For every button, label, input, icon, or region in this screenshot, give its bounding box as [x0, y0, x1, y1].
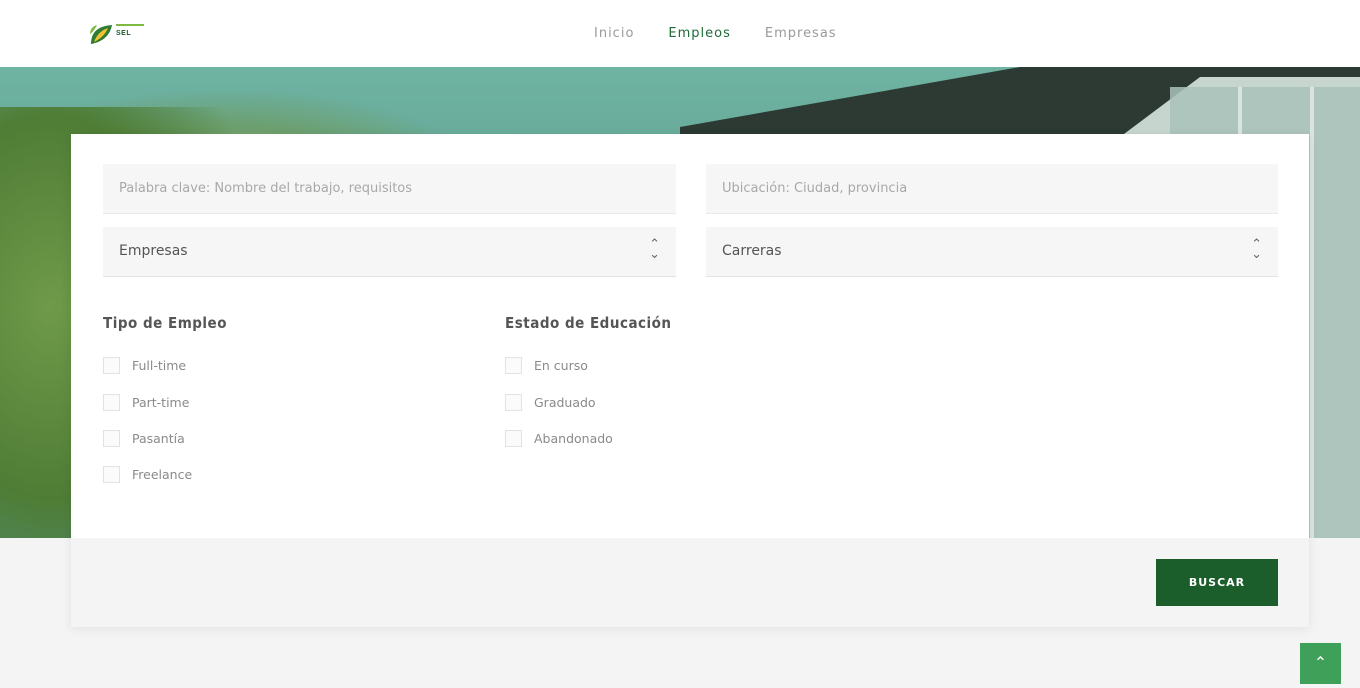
top-navbar: SEL Inicio Empleos Empresas [0, 0, 1360, 67]
company-select[interactable]: Empresas ⌃ ⌄ [103, 227, 676, 277]
logo-stripe [116, 24, 144, 26]
checkbox-graduado[interactable]: Graduado [505, 394, 596, 411]
location-input[interactable] [706, 164, 1278, 213]
scroll-top-button[interactable]: ⌃ [1300, 643, 1341, 684]
education-status-title: Estado de Educación [505, 314, 672, 332]
checkbox-abandonado[interactable]: Abandonado [505, 430, 613, 447]
card-footer [71, 538, 1309, 627]
checkbox-label: Part-time [132, 395, 190, 410]
checkbox-label: Abandonado [534, 431, 613, 446]
logo-text: SEL [116, 30, 132, 37]
checkbox-box[interactable] [103, 466, 120, 483]
checkbox-label: Graduado [534, 395, 596, 410]
checkbox-box[interactable] [505, 394, 522, 411]
main-nav: Inicio Empleos Empresas [594, 26, 837, 41]
company-select-value: Empresas [119, 243, 188, 259]
checkbox-box[interactable] [505, 430, 522, 447]
career-select[interactable]: Carreras ⌃ ⌄ [706, 227, 1278, 277]
nav-empresas[interactable]: Empresas [765, 26, 837, 41]
checkbox-full-time[interactable]: Full-time [103, 357, 186, 374]
career-select-value: Carreras [722, 243, 782, 259]
search-button[interactable]: BUSCAR [1156, 559, 1278, 606]
job-search-card: Empresas ⌃⌄ Carreras ⌃⌄ Tipo de Empleo F… [71, 134, 1309, 627]
checkbox-box[interactable] [103, 357, 120, 374]
checkbox-box[interactable] [505, 357, 522, 374]
checkbox-label: En curso [534, 358, 588, 373]
checkbox-freelance[interactable]: Freelance [103, 466, 192, 483]
nav-inicio[interactable]: Inicio [594, 26, 634, 41]
employment-type-title: Tipo de Empleo [103, 314, 227, 332]
chevron-up-icon: ⌃ [1313, 655, 1328, 672]
checkbox-box[interactable] [103, 430, 120, 447]
location-field [706, 164, 1278, 214]
checkbox-en-curso[interactable]: En curso [505, 357, 588, 374]
checkbox-part-time[interactable]: Part-time [103, 394, 189, 411]
leaf-logo-icon [90, 25, 112, 44]
checkbox-label: Freelance [132, 467, 193, 482]
checkbox-pasantia[interactable]: Pasantía [103, 430, 185, 447]
checkbox-label: Full-time [132, 358, 187, 373]
brand-logo[interactable]: SEL [88, 22, 158, 50]
keyword-input[interactable] [103, 164, 676, 213]
nav-empleos[interactable]: Empleos [668, 26, 730, 41]
select-arrows-icon: ⌃ ⌄ [1251, 237, 1262, 262]
keyword-field [103, 164, 676, 214]
checkbox-box[interactable] [103, 394, 120, 411]
checkbox-label: Pasantía [132, 431, 185, 446]
select-arrows-icon: ⌃ ⌄ [649, 237, 660, 262]
